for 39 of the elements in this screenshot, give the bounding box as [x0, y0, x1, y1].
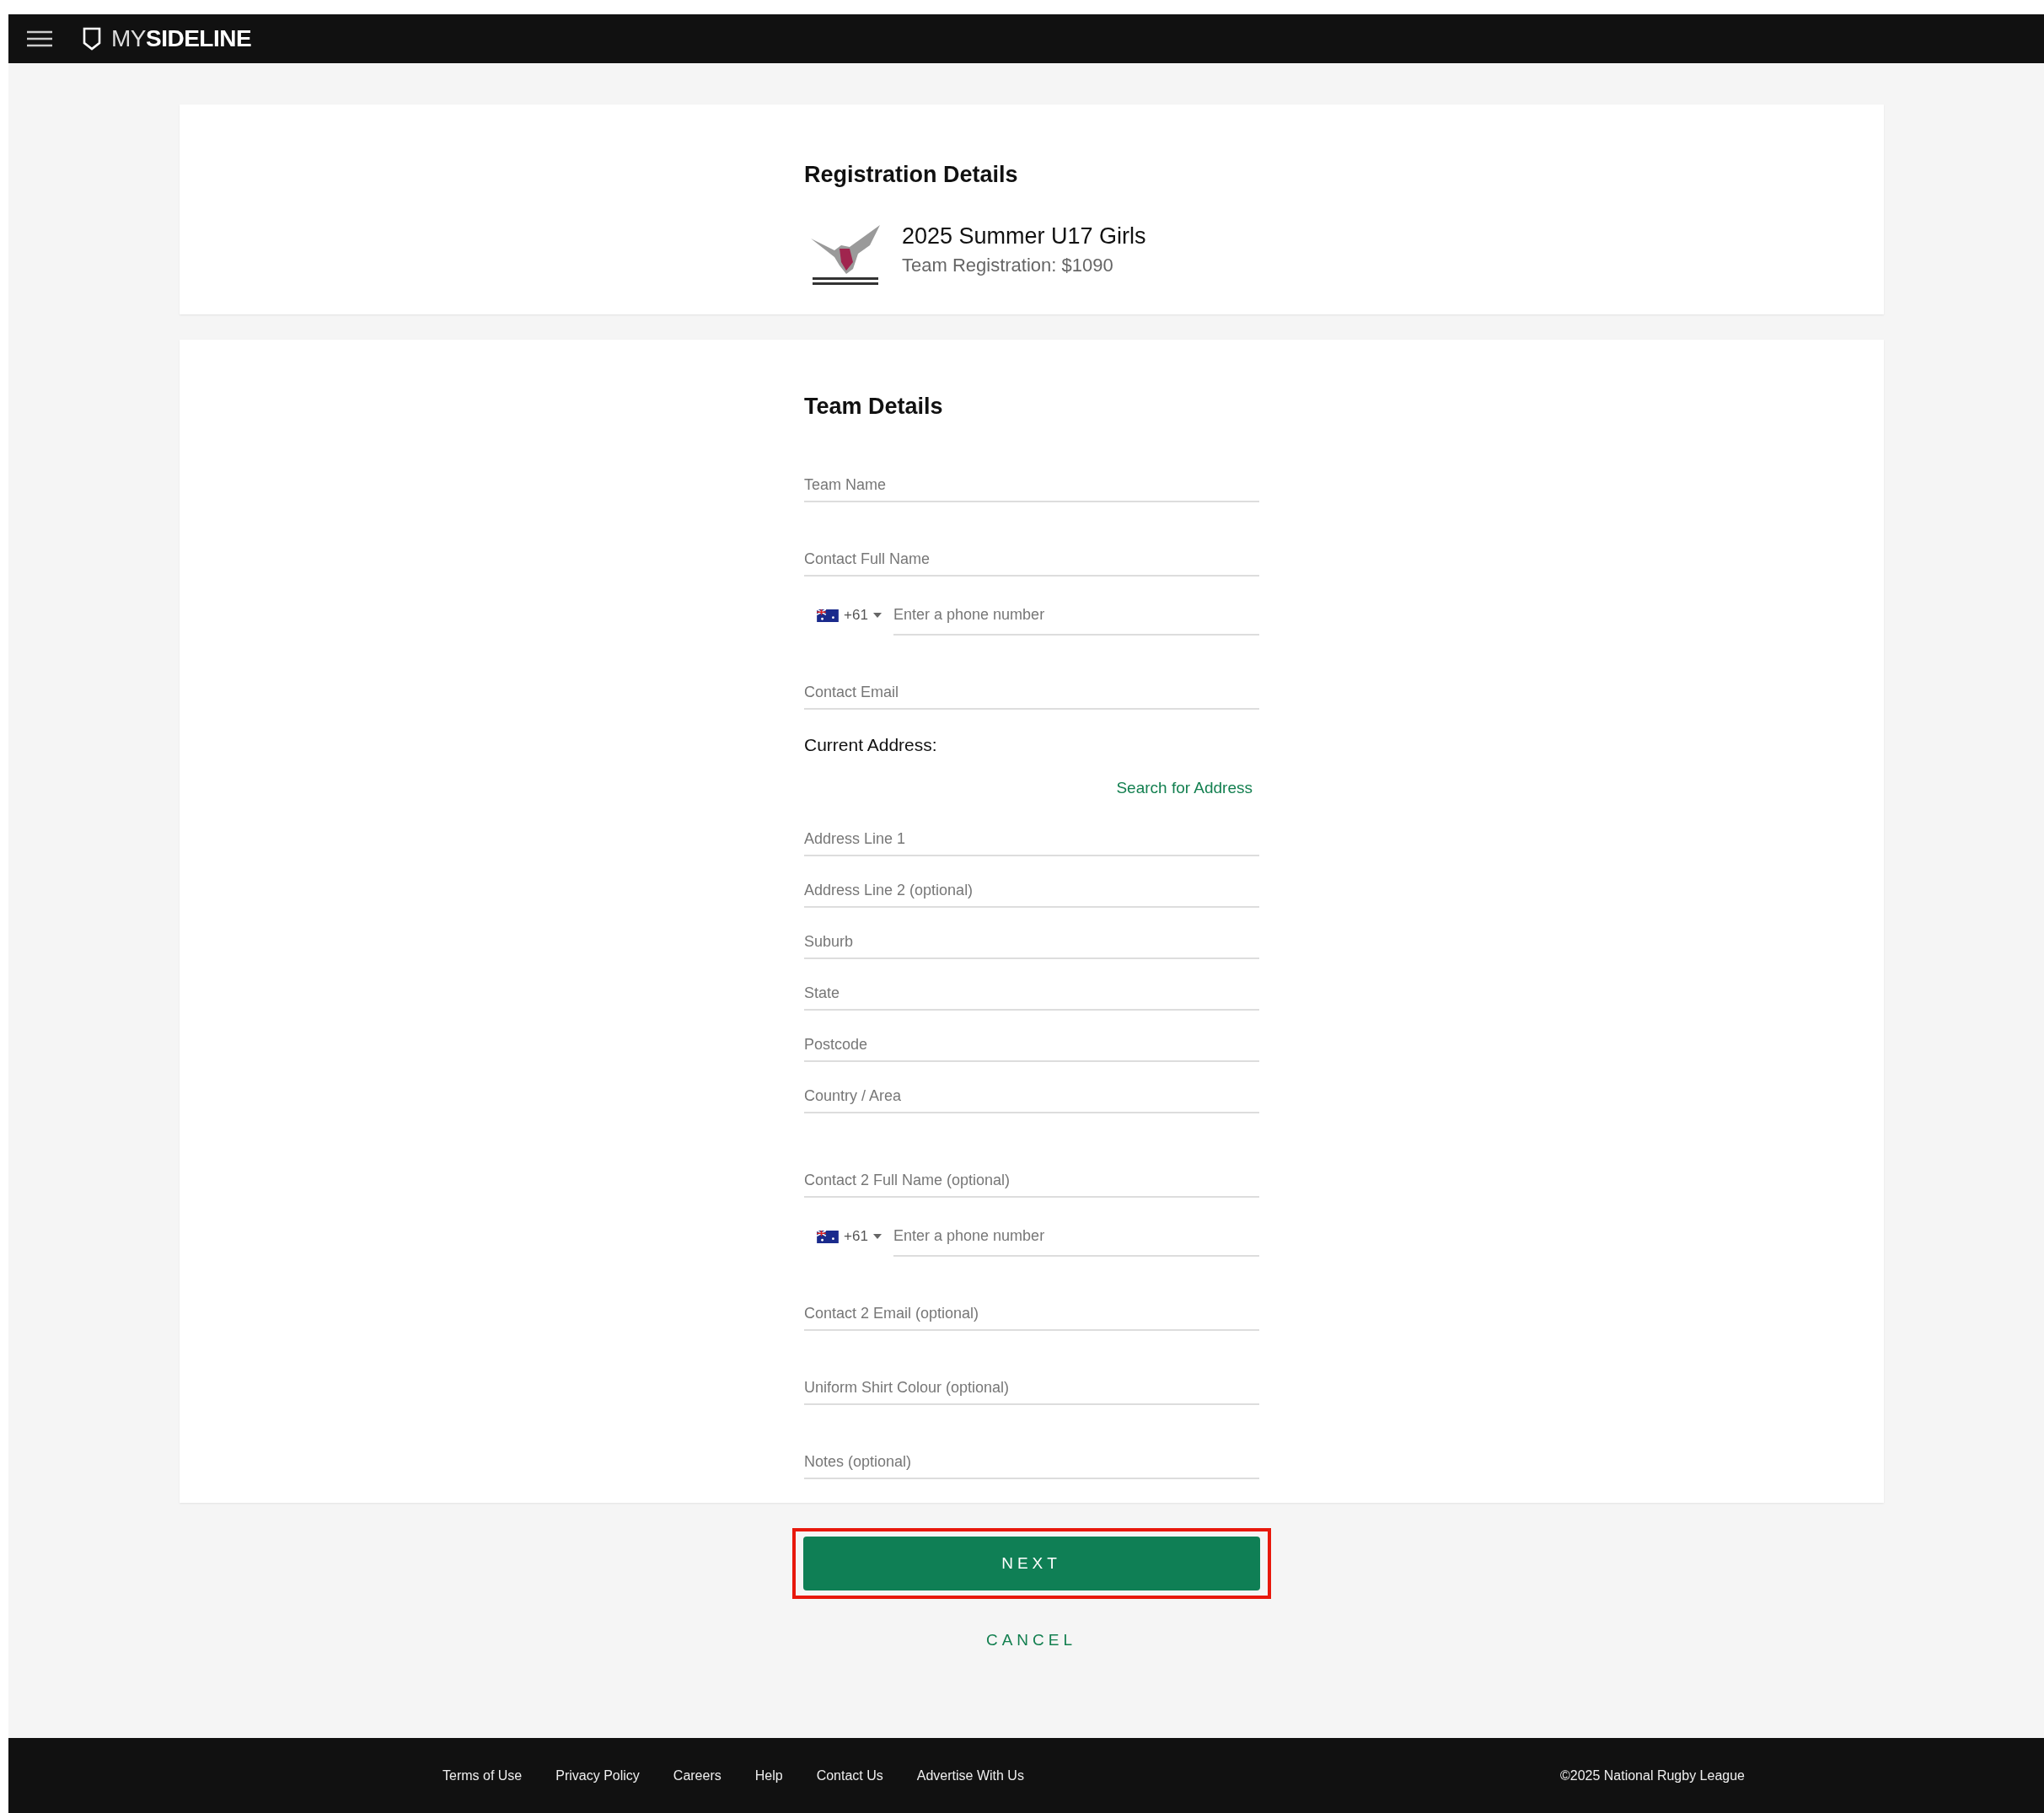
brand-logo[interactable]: MYSIDELINE: [111, 25, 252, 52]
flag-icon: [817, 609, 839, 622]
text-field[interactable]: Contact Email: [804, 636, 1259, 710]
next-button[interactable]: NEXT: [802, 1537, 1260, 1590]
section-heading: Team Details: [804, 394, 944, 420]
phone-field[interactable]: Enter a phone number: [893, 1227, 1259, 1257]
address-field[interactable]: Suburb: [804, 908, 1259, 959]
text-field[interactable]: Contact Full Name: [804, 502, 1259, 577]
section-heading: Registration Details: [804, 162, 1019, 188]
flag-icon: [817, 1230, 839, 1243]
cancel-link[interactable]: CANCEL: [985, 1631, 1077, 1649]
search-address-link[interactable]: Search for Address: [1116, 779, 1253, 797]
footer-link[interactable]: Privacy Policy: [555, 1767, 640, 1783]
footer-link[interactable]: Advertise With Us: [916, 1767, 1024, 1783]
registration-fee: Team Registration: $1090: [902, 255, 1114, 276]
address-field[interactable]: Country / Area: [804, 1062, 1259, 1113]
caret-icon: [872, 1234, 882, 1239]
text-field[interactable]: Uniform Shirt Colour (optional): [804, 1331, 1259, 1405]
footer-link[interactable]: Terms of Use: [443, 1767, 523, 1783]
text-field[interactable]: Notes (optional): [804, 1405, 1259, 1479]
address-field[interactable]: Postcode: [804, 1011, 1259, 1062]
text-field[interactable]: Team Name: [804, 420, 1259, 502]
address-field[interactable]: State: [804, 959, 1259, 1011]
division-title: 2025 Summer U17 Girls: [902, 223, 1146, 249]
footer-link[interactable]: Careers: [673, 1767, 722, 1783]
footer-link[interactable]: Help: [754, 1767, 783, 1783]
caret-icon: [872, 613, 882, 618]
phone-field[interactable]: Enter a phone number: [893, 606, 1259, 636]
menu-icon[interactable]: [27, 30, 52, 47]
country-code-dropdown[interactable]: +61: [804, 1228, 893, 1257]
address-heading: Current Address:: [804, 735, 938, 755]
address-field[interactable]: Address Line 1: [804, 797, 1259, 856]
address-field[interactable]: Address Line 2 (optional): [804, 856, 1259, 908]
footer-link[interactable]: Contact Us: [816, 1767, 883, 1783]
shield-icon: [83, 27, 101, 51]
text-field[interactable]: Contact 2 Email (optional): [804, 1257, 1259, 1331]
copyright-text: ©2025 National Rugby League: [1559, 1767, 1745, 1783]
text-field[interactable]: Contact 2 Full Name (optional): [804, 1124, 1259, 1198]
country-code-dropdown[interactable]: +61: [804, 607, 893, 636]
